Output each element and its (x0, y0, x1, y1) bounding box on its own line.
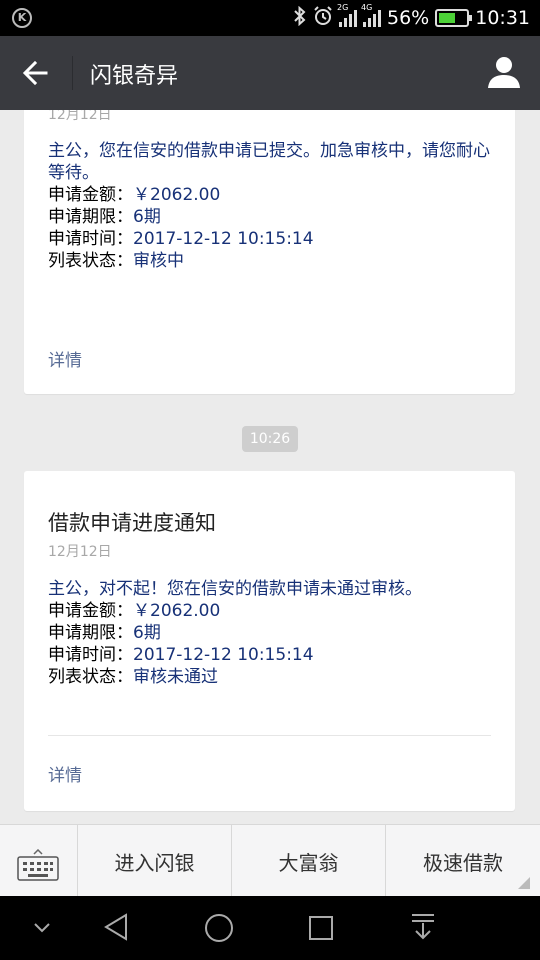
message-intro: 主公，对不起！您在信安的借款申请未通过审核。 (48, 579, 422, 599)
field-row: 列表状态： 审核中 (48, 250, 495, 272)
field-value: 6期 (133, 623, 161, 643)
menu-fast-loan-label: 极速借款 (423, 850, 503, 875)
submenu-indicator-icon (518, 877, 530, 889)
card-divider (48, 735, 491, 736)
home-circle-icon[interactable] (203, 912, 235, 944)
field-value: 2017-12-12 10:15:14 (133, 229, 314, 249)
network-2g-label: 2G (337, 3, 349, 12)
keyboard-toggle-button[interactable] (0, 825, 78, 897)
menu-enter-shanyin-button[interactable]: 进入闪银 (78, 825, 232, 897)
message-body: 主公，对不起！您在信安的借款申请未通过审核。 申请金额： ￥2062.00 申请… (48, 578, 495, 688)
message-title: 借款申请进度通知 (48, 511, 216, 535)
title-divider (72, 56, 73, 90)
field-label: 申请时间： (48, 645, 133, 665)
field-label: 申请金额： (48, 601, 133, 621)
keyboard-icon (17, 849, 59, 881)
battery-icon (435, 9, 473, 27)
network-4g-label: 4G (361, 3, 373, 12)
chevron-down-icon[interactable] (32, 920, 52, 936)
back-triangle-icon[interactable] (102, 912, 132, 942)
message-card[interactable]: 借款申请进度通知 12月12日 主公，对不起！您在信安的借款申请未通过审核。 申… (24, 471, 515, 811)
message-card[interactable]: 12月12日 主公，您在信安的借款申请已提交。加急审核中，请您耐心等待。 申请金… (24, 110, 515, 394)
field-row: 申请时间： 2017-12-12 10:15:14 (48, 228, 495, 250)
bluetooth-icon (293, 5, 307, 31)
notification-pull-icon[interactable] (409, 912, 437, 942)
field-label: 列表状态： (48, 667, 133, 687)
field-value: 2017-12-12 10:15:14 (133, 645, 314, 665)
bottom-menu: 进入闪银 大富翁 极速借款 (0, 824, 540, 897)
field-value: 审核中 (133, 251, 184, 271)
field-row: 申请时间： 2017-12-12 10:15:14 (48, 644, 495, 666)
field-value: 审核未通过 (133, 667, 218, 687)
menu-fast-loan-button[interactable]: 极速借款 (386, 825, 540, 897)
field-value: ￥2062.00 (133, 601, 221, 621)
k-circle-icon: K (12, 8, 32, 28)
page-title: 闪银奇异 (90, 64, 179, 89)
time-divider: 10:26 (242, 426, 298, 452)
field-row: 申请金额： ￥2062.00 (48, 600, 495, 622)
back-arrow-icon[interactable] (20, 56, 54, 90)
field-value: 6期 (133, 207, 161, 227)
field-label: 申请期限： (48, 623, 133, 643)
recents-square-icon[interactable] (307, 914, 335, 942)
field-value: ￥2062.00 (133, 185, 221, 205)
message-intro: 主公，您在信安的借款申请已提交。加急审核中，请您耐心等待。 (48, 141, 490, 183)
message-date: 12月12日 (48, 110, 112, 123)
field-label: 申请金额： (48, 185, 133, 205)
chat-area[interactable]: 12月12日 主公，您在信安的借款申请已提交。加急审核中，请您耐心等待。 申请金… (0, 110, 540, 824)
detail-link[interactable]: 详情 (48, 346, 82, 371)
title-bar: 闪银奇异 (0, 36, 540, 110)
field-label: 申请时间： (48, 229, 133, 249)
field-label: 列表状态： (48, 251, 133, 271)
signal-2g-icon: 2G (337, 3, 357, 27)
field-row: 列表状态： 审核未通过 (48, 666, 495, 688)
message-date: 12月12日 (48, 544, 112, 560)
clock: 10:31 (475, 7, 530, 29)
battery-percent: 56% (387, 7, 430, 29)
detail-link[interactable]: 详情 (48, 761, 82, 786)
status-bar: K 2G 4G 56% 10:31 (0, 0, 540, 36)
field-row: 申请期限： 6期 (48, 206, 495, 228)
field-row: 申请金额： ￥2062.00 (48, 184, 495, 206)
field-label: 申请期限： (48, 207, 133, 227)
alarm-icon (313, 5, 333, 31)
signal-4g-icon: 4G (361, 3, 381, 27)
message-body: 主公，您在信安的借款申请已提交。加急审核中，请您耐心等待。 申请金额： ￥206… (48, 140, 495, 272)
person-icon[interactable] (486, 54, 522, 90)
system-nav-bar (0, 896, 540, 960)
menu-dafuweng-button[interactable]: 大富翁 (232, 825, 386, 897)
field-row: 申请期限： 6期 (48, 622, 495, 644)
